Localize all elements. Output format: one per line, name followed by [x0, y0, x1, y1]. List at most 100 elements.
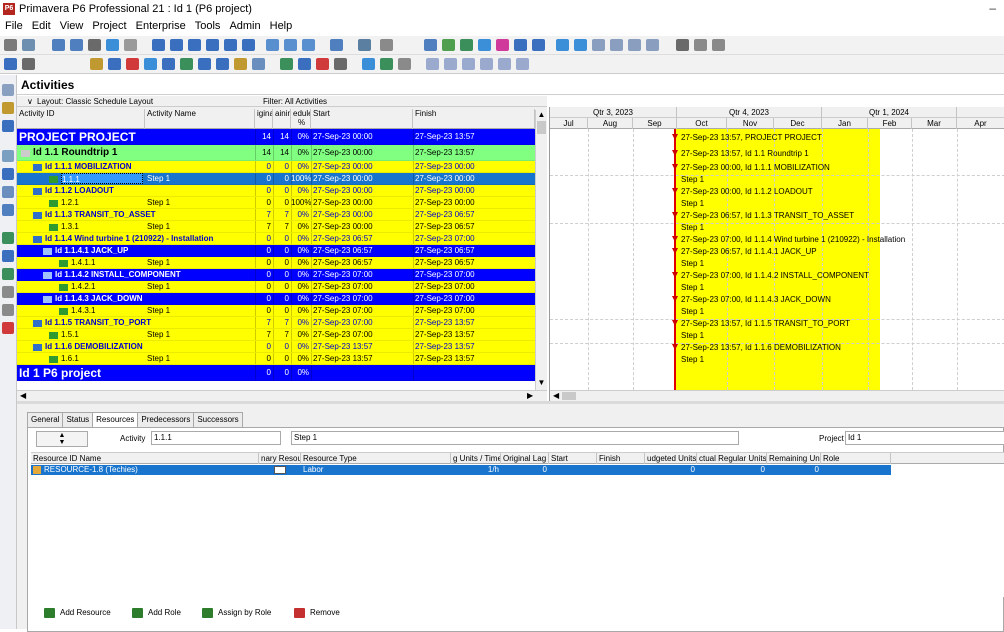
activity-row[interactable]: 1.5.1 Step 1 7 7 0% 27-Sep-23 07:00 27-Sep-23 … — [17, 329, 535, 341]
activity-icon[interactable] — [59, 308, 68, 315]
summary-milestone-marker[interactable] — [672, 248, 678, 254]
wps-icon[interactable] — [198, 58, 211, 70]
store-period-icon[interactable] — [460, 39, 473, 51]
rcol-start[interactable]: Start — [549, 453, 597, 464]
activity-horizontal-scrollbar[interactable]: ◀ ▶ — [17, 390, 547, 401]
filter-icon[interactable] — [124, 39, 137, 51]
spell-check-icon[interactable] — [712, 39, 725, 51]
activity-row[interactable]: 1.4.3.1 Step 1 0 0 0% 27-Sep-23 07:00 27-Sep-2… — [17, 305, 535, 317]
activity-row[interactable]: 1.4.2.1 Step 1 0 0 0% 27-Sep-23 07:00 27-Sep-2… — [17, 281, 535, 293]
issues-icon[interactable] — [216, 58, 229, 70]
summarize-icon[interactable] — [496, 39, 509, 51]
group-sort-icon[interactable] — [266, 39, 279, 51]
nav-portfolios-icon[interactable] — [2, 268, 14, 280]
tab-predecessors[interactable]: Predecessors — [137, 412, 195, 427]
activity-row[interactable]: 1.1.1 Step 1 0 0 100% 27-Sep-23 00:00 27-Sep-2… — [17, 173, 535, 185]
col-activity-name[interactable]: Activity Name — [145, 109, 255, 129]
layout-icon[interactable] — [88, 39, 101, 51]
level-icon[interactable] — [442, 39, 455, 51]
find-next-icon[interactable] — [694, 39, 707, 51]
gantt-chart-icon[interactable] — [170, 39, 183, 51]
nav-reports-icon[interactable] — [2, 204, 14, 216]
columns-icon[interactable] — [52, 39, 65, 51]
scroll-down-icon[interactable]: ▼ — [536, 378, 547, 387]
tracking-icon[interactable] — [126, 58, 139, 70]
summary-milestone-marker[interactable] — [672, 134, 678, 140]
activity-row[interactable]: Id 1.1.5 TRANSIT_TO_PORT 7 7 0% 27-Sep-23 07… — [17, 317, 535, 329]
rcol-resource-type[interactable]: Resource Type — [301, 453, 451, 464]
network-icon[interactable] — [188, 39, 201, 51]
activity-row[interactable]: Id 1.1.4.3 JACK_DOWN 0 0 0% 27-Sep-23 07:00 2… — [17, 293, 535, 305]
collapse-icon[interactable] — [302, 39, 315, 51]
timesheet-icon[interactable] — [316, 58, 329, 70]
menu-enterprise[interactable]: Enterprise — [131, 18, 190, 32]
filter-list-icon[interactable] — [330, 39, 343, 51]
expand-icon[interactable] — [284, 39, 297, 51]
roles-icon[interactable] — [298, 58, 311, 70]
summary-milestone-marker[interactable] — [672, 188, 678, 194]
scroll-right-icon[interactable]: ▶ — [527, 391, 533, 400]
summary-milestone-marker[interactable] — [672, 212, 678, 218]
nav-issues-icon[interactable] — [2, 250, 14, 262]
wbs-node-icon[interactable] — [33, 188, 42, 195]
nav-risks-icon[interactable] — [2, 322, 14, 334]
columns-list-icon[interactable] — [358, 39, 371, 51]
nav-projects-icon[interactable] — [2, 84, 14, 96]
menu-view[interactable]: View — [55, 18, 88, 32]
details-icon[interactable] — [242, 39, 255, 51]
gantt-horizontal-scrollbar[interactable]: ◀ — [550, 390, 1004, 401]
col-original-duration[interactable]: iginal — [255, 109, 273, 129]
nav-tracking-icon[interactable] — [2, 232, 14, 244]
zoom-fit-icon[interactable] — [592, 39, 605, 51]
paste-icon[interactable] — [462, 58, 475, 70]
copy-icon[interactable] — [444, 58, 457, 70]
resource-assignment-row[interactable]: RESOURCE-1.8 (Techies) Labor 1/h 0 0 0 0 — [31, 465, 891, 475]
timescale-icon[interactable] — [610, 39, 623, 51]
trace-logic-icon[interactable] — [106, 39, 119, 51]
rcol-actual-units[interactable]: ctual Regular Units — [697, 453, 767, 464]
summary-milestone-marker[interactable] — [672, 236, 678, 242]
activity-row[interactable]: Id 1.1.4.2 INSTALL_COMPONENT 0 0 0% 27-Sep-2… — [17, 269, 535, 281]
scroll-thumb[interactable] — [537, 121, 546, 134]
activity-row[interactable]: PROJECT PROJECT 14 14 0% 27-Sep-23 00:00 27-S… — [17, 129, 535, 145]
add-role-button[interactable]: Add Role — [128, 605, 181, 621]
activity-row[interactable]: Id 1.1.4.1 JACK_UP 0 0 0% 27-Sep-23 06:57 27-… — [17, 245, 535, 257]
menu-help[interactable]: Help — [265, 18, 297, 32]
rcol-original-lag[interactable]: Original Lag — [501, 453, 549, 464]
spinner-up-icon[interactable]: ▲ — [37, 432, 87, 439]
activity-row[interactable]: 1.3.1 Step 1 7 7 0% 27-Sep-23 00:00 27-Sep-23 … — [17, 221, 535, 233]
menu-edit[interactable]: Edit — [27, 18, 55, 32]
resources-icon[interactable] — [280, 58, 293, 70]
user-icon[interactable] — [22, 58, 35, 70]
activity-table-icon[interactable] — [152, 39, 165, 51]
menu-project[interactable]: Project — [87, 18, 130, 32]
activity-row[interactable]: Id 1.1.6 DEMOBILIZATION 0 0 0% 27-Sep-23 13:… — [17, 341, 535, 353]
wbs-icon[interactable] — [144, 58, 157, 70]
risks-icon[interactable] — [234, 58, 247, 70]
open-project-icon[interactable] — [4, 58, 17, 70]
wbs-node-icon[interactable] — [33, 236, 42, 243]
zoom-in-icon[interactable] — [556, 39, 569, 51]
projects-icon[interactable] — [90, 58, 103, 70]
nav-roles-icon[interactable] — [2, 186, 14, 198]
activity-icon[interactable] — [59, 284, 68, 291]
col-activity-id[interactable]: Activity ID — [17, 109, 145, 129]
menu-file[interactable]: File — [0, 18, 27, 32]
spreadsheet-icon[interactable] — [224, 39, 237, 51]
wbs-node-icon[interactable] — [33, 164, 42, 171]
nav-thresholds-icon[interactable] — [2, 304, 14, 316]
activity-icon[interactable] — [59, 260, 68, 267]
report-icon[interactable] — [532, 39, 545, 51]
nav-docs-icon[interactable] — [2, 286, 14, 298]
nav-activities-icon[interactable] — [2, 150, 14, 162]
tab-general[interactable]: General — [27, 412, 64, 427]
col-finish[interactable]: Finish — [413, 109, 535, 129]
activity-name-field[interactable]: Step 1 — [291, 431, 739, 445]
spinner-down-icon[interactable]: ▼ — [37, 439, 87, 446]
menu-tools[interactable]: Tools — [190, 18, 225, 32]
scroll-left-icon[interactable]: ◀ — [20, 391, 26, 400]
remove-button[interactable]: Remove — [290, 605, 340, 621]
activity-row[interactable]: Id 1 P6 project 0 0 0% — [17, 365, 535, 381]
bars-icon[interactable] — [70, 39, 83, 51]
rcol-primary-resource[interactable]: nary Resou — [259, 453, 301, 464]
